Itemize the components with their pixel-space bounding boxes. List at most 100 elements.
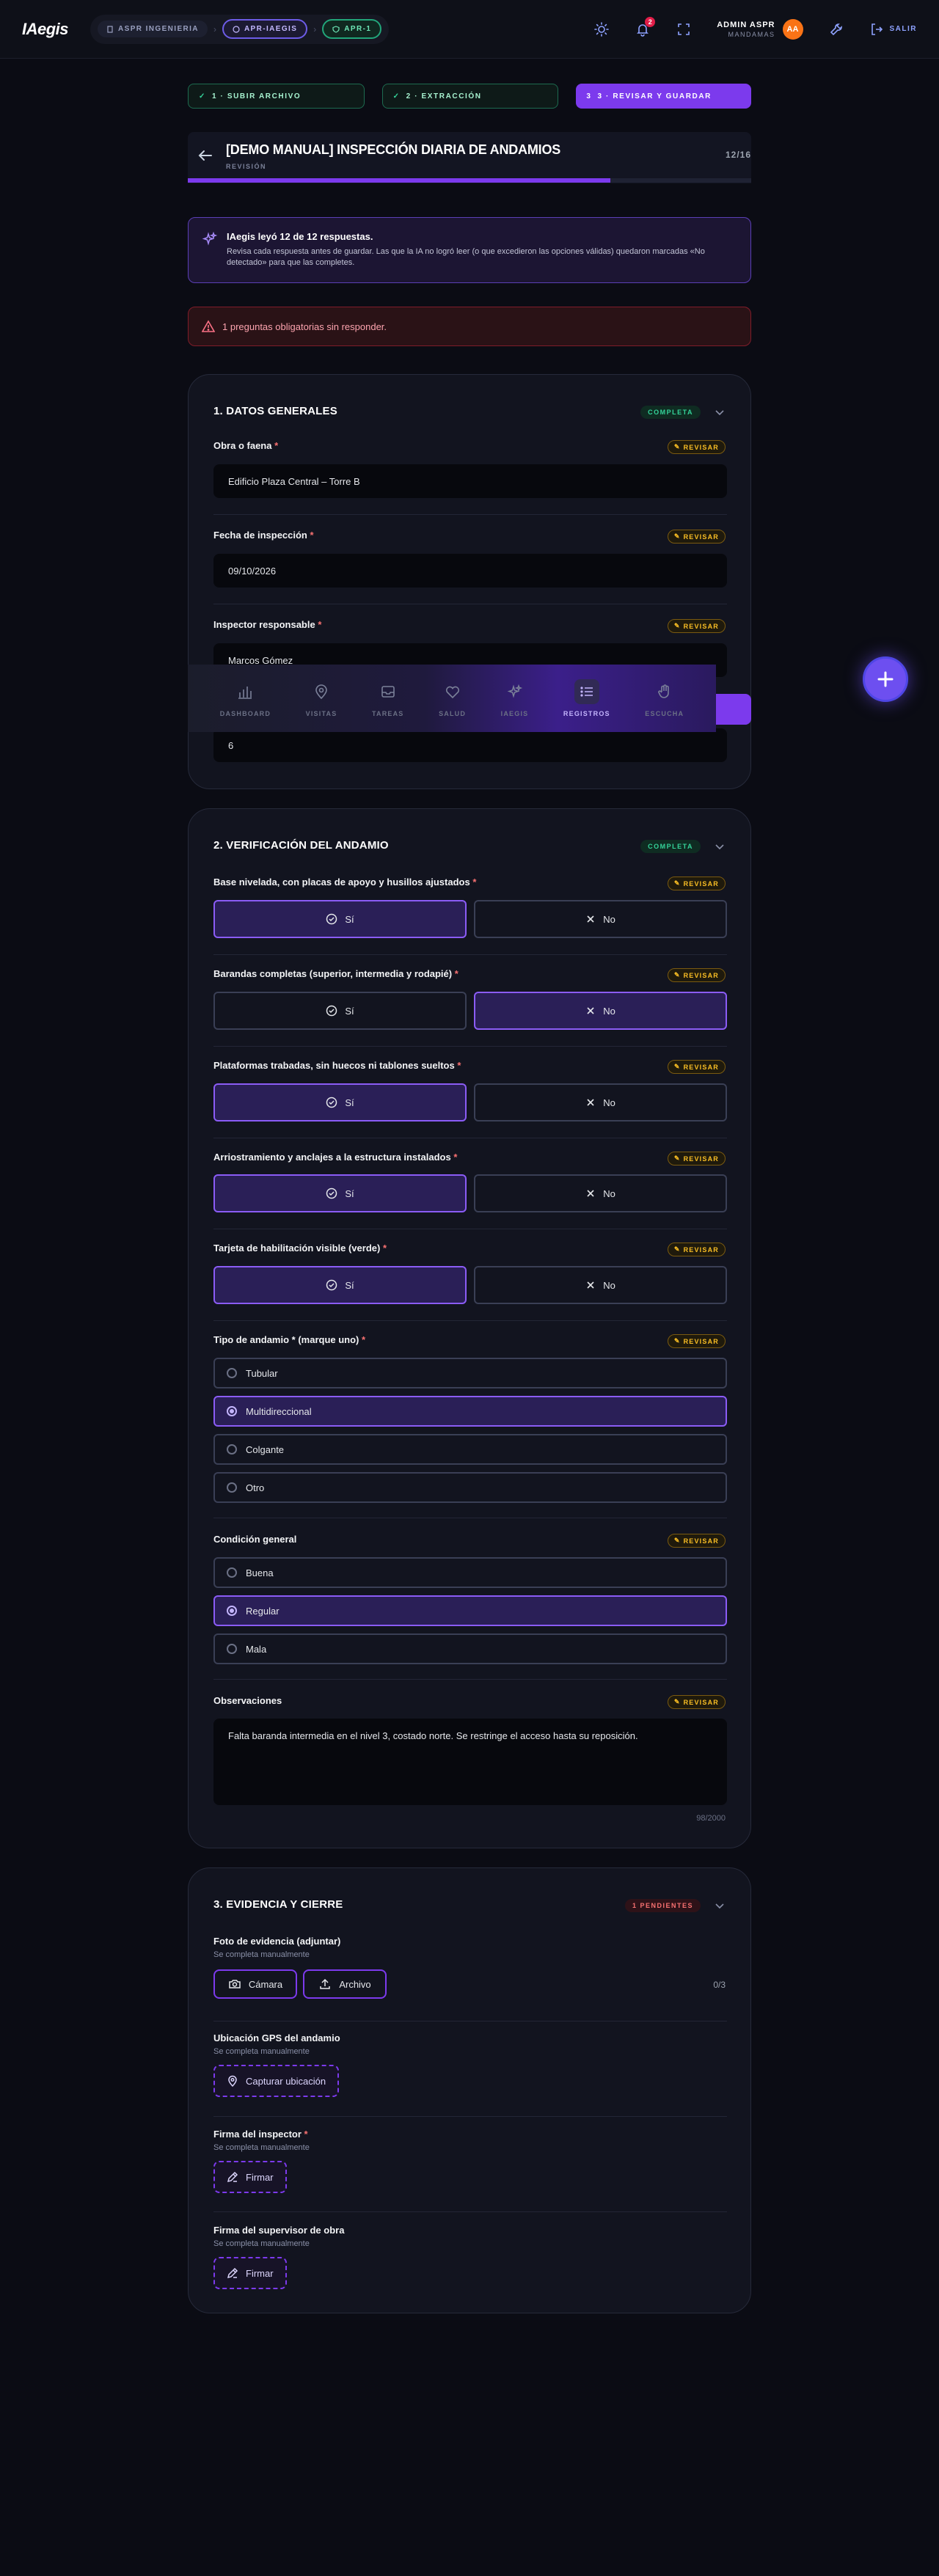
avatar[interactable]: AA [782,18,803,40]
date-input[interactable]: 09/10/2026 [213,554,727,588]
capture-location-label: Capturar ubicación [246,2075,326,2087]
fullscreen-icon[interactable] [676,21,692,37]
no-button[interactable]: No [474,900,727,938]
field-label-text: Fecha de inspección [213,530,307,541]
capture-location-button[interactable]: Capturar ubicación [213,2065,340,2097]
review-badge[interactable]: ✎ REVISAR [667,619,726,633]
field-label-text: Obra o faena [213,440,272,451]
no-button[interactable]: No [474,1266,727,1304]
logout-button[interactable]: SALIR [869,22,918,37]
review-label: REVISAR [683,1698,719,1706]
list-icon [574,679,599,704]
step-upload[interactable]: ✓ 1 · SUBIR ARCHIVO [188,84,365,109]
app-logo[interactable]: IAegis [22,20,69,39]
radio-option[interactable]: Regular [213,1595,727,1626]
no-button[interactable]: No [474,1083,727,1121]
nav-iaegis[interactable]: IAEGIS [501,679,529,717]
no-button[interactable]: No [474,1174,727,1212]
quantity-input[interactable]: 6 [213,728,727,762]
camera-button[interactable]: Cámara [213,1969,297,1999]
yes-button[interactable]: Sí [213,900,467,938]
nav-salud[interactable]: SALUD [439,679,466,717]
file-upload-button[interactable]: Archivo [303,1969,387,1999]
edit-icon: ✎ [673,443,681,450]
user-name: ADMIN ASPR [717,20,775,29]
option-label: Colgante [246,1443,285,1455]
divider [213,514,727,515]
edit-icon: ✎ [673,1155,681,1162]
review-badge[interactable]: ✎ REVISAR [667,1243,726,1256]
yes-button[interactable]: Sí [213,1083,467,1121]
edit-icon: ✎ [673,1337,681,1344]
breadcrumb-apr[interactable]: APR-1 [322,19,382,39]
no-button[interactable]: No [474,992,727,1030]
yes-label: Sí [345,913,354,925]
chevron-down-icon[interactable] [714,406,726,418]
yes-no-group: Sí No [213,1174,727,1212]
breadcrumb-company-label: ASPR INGENIERIA [118,25,199,33]
sign-inspector-button[interactable]: Firmar [213,2161,287,2193]
nav-dashboard[interactable]: DASHBOARD [220,679,271,717]
plus-icon [877,671,894,687]
observaciones-textarea[interactable]: Falta baranda intermedia en el nivel 3, … [213,1719,727,1805]
nav-label: SALUD [439,710,467,717]
user-menu[interactable]: ADMIN ASPR MANDAMAS AA [717,18,803,40]
map-pin-icon [228,2075,237,2087]
step-extraction[interactable]: ✓ 2 · EXTRACCIÓN [381,84,559,109]
heart-icon [440,679,465,704]
breadcrumb-project[interactable]: APR-IAEGIS [222,19,308,39]
add-fab-button[interactable] [863,656,908,702]
review-badge[interactable]: ✎ REVISAR [667,1152,726,1166]
review-badge[interactable]: ✎ REVISAR [667,440,726,454]
ai-notice-description: Revisa cada respuesta antes de guardar. … [227,247,705,267]
review-badge[interactable]: ✎ REVISAR [667,877,726,890]
check-circle-icon [326,1279,337,1291]
back-arrow-icon[interactable] [197,147,214,164]
nav-label: TAREAS [371,710,404,717]
review-badge[interactable]: ✎ REVISAR [667,1060,726,1074]
nav-label: REGISTROS [563,710,610,717]
review-label: REVISAR [683,971,719,979]
nav-escucha[interactable]: ESCUCHA [645,679,684,717]
radio-option[interactable]: Tubular [213,1358,727,1388]
review-badge[interactable]: ✎ REVISAR [667,968,726,982]
review-badge[interactable]: ✎ REVISAR [667,1534,726,1548]
chevron-down-icon[interactable] [714,841,726,852]
bell-icon[interactable]: 2 [635,16,656,37]
obra-input[interactable]: Edificio Plaza Central – Torre B [213,464,727,498]
yes-button[interactable]: Sí [213,1174,467,1212]
map-pin-icon [309,679,334,704]
radio-option[interactable]: Multidireccional [213,1396,727,1427]
hidden-primary-button[interactable] [716,694,751,725]
inbox-icon [376,679,401,704]
status-badge: COMPLETA [640,406,701,419]
option-label: Buena [246,1567,274,1578]
nav-tareas[interactable]: TAREAS [372,679,404,717]
sign-supervisor-button[interactable]: Firmar [213,2257,287,2289]
radio-option[interactable]: Colgante [213,1434,727,1465]
radio-option[interactable]: Otro [213,1472,727,1503]
yes-no-group: Sí No [213,900,727,938]
nav-registros[interactable]: REGISTROS [563,679,610,717]
nav-visitas[interactable]: VISITAS [306,679,337,717]
bottom-nav: DASHBOARD VISITAS TAREAS SALUD IAEGIS RE… [188,665,716,732]
breadcrumb-company[interactable]: ASPR INGENIERIA [98,21,208,37]
option-label: Regular [246,1605,279,1617]
yes-button[interactable]: Sí [213,1266,467,1304]
review-badge[interactable]: ✎ REVISAR [667,1334,726,1348]
review-badge[interactable]: ✎ REVISAR [667,530,726,544]
yes-label: Sí [345,1188,354,1199]
yes-button[interactable]: Sí [213,992,467,1030]
edit-icon: ✎ [673,1063,681,1070]
question-label: Condición general [213,1534,296,1545]
radio-option[interactable]: Buena [213,1557,727,1588]
wrench-icon[interactable] [828,21,844,37]
divider [213,2116,727,2117]
step-upload-label: 1 · SUBIR ARCHIVO [211,92,302,100]
theme-toggle-icon[interactable] [593,21,610,37]
chevron-down-icon[interactable] [714,1900,726,1911]
radio-option[interactable]: Mala [213,1633,727,1664]
no-label: No [603,1005,615,1017]
step-review[interactable]: 3 3 · REVISAR Y GUARDAR [576,84,752,109]
review-badge[interactable]: ✎ REVISAR [667,1695,726,1709]
